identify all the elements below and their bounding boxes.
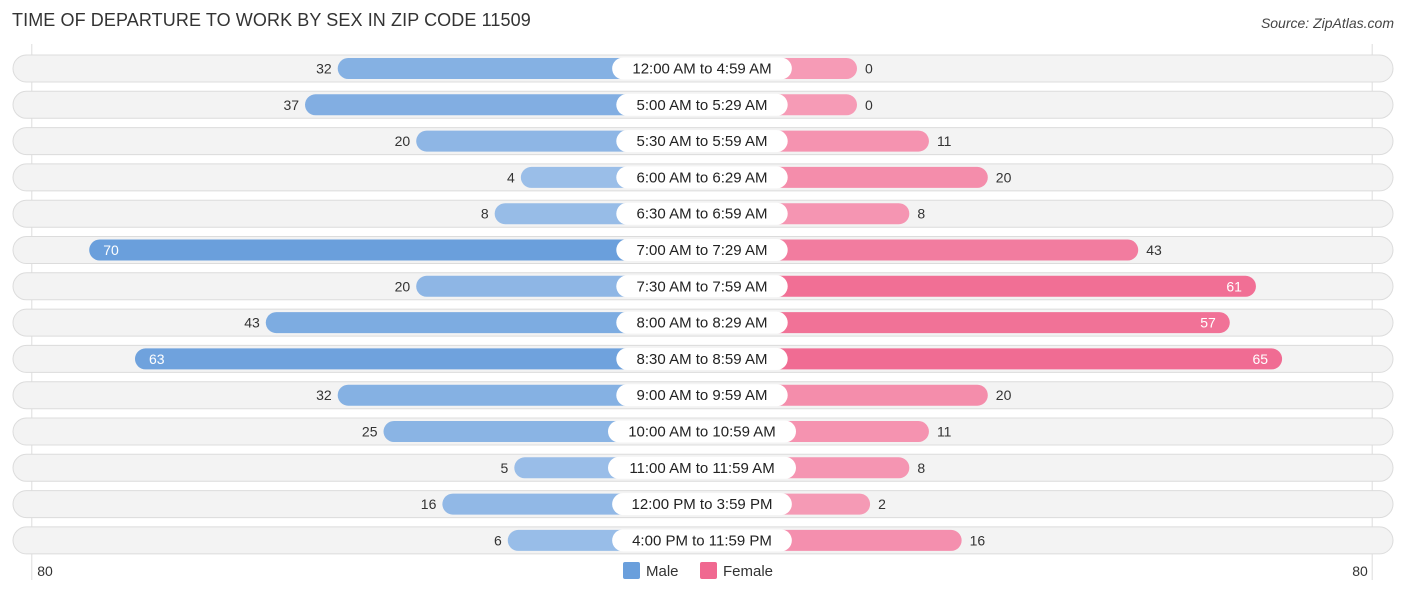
value-label-female: 16 [970,532,986,548]
value-label-female: 61 [1226,278,1242,294]
table-row: 5:30 AM to 5:59 AM 20 11 [12,127,1394,156]
value-label-female: 20 [996,169,1012,185]
category-label: 12:00 AM to 4:59 AM [632,61,771,78]
table-row: 9:00 AM to 9:59 AM 32 20 [12,381,1394,410]
axis-label-left: 80 [37,563,53,579]
value-label-female: 0 [865,97,873,113]
table-row: 6:30 AM to 6:59 AM 8 8 [12,199,1394,228]
category-label: 5:00 AM to 5:29 AM [637,97,768,114]
table-row: 8:00 AM to 8:29 AM 43 57 [12,308,1394,337]
table-row: 12:00 PM to 3:59 PM 16 2 [12,490,1394,519]
table-row: 10:00 AM to 10:59 AM 25 11 [12,417,1394,446]
value-label-male: 43 [244,315,260,331]
value-label-male: 5 [501,460,509,476]
value-label-male: 32 [316,387,332,403]
category-label: 6:30 AM to 6:59 AM [637,206,768,223]
value-label-female: 43 [1146,242,1162,258]
category-label: 6:00 AM to 6:29 AM [637,169,768,186]
table-row: 12:00 AM to 4:59 AM 32 0 [12,54,1394,83]
category-label: 11:00 AM to 11:59 AM [629,460,774,477]
value-label-male: 20 [395,133,411,149]
value-label-male: 16 [421,496,437,512]
legend: Male Female [623,562,773,580]
legend-swatch-female [700,562,717,579]
value-label-male: 63 [149,351,165,367]
value-label-female: 11 [937,133,952,149]
table-row: 7:30 AM to 7:59 AM 20 61 [12,272,1394,301]
category-label: 8:00 AM to 8:29 AM [637,315,768,332]
chart-rows: 12:00 AM to 4:59 AM32 05:00 AM to 5:29 AM… [12,44,1394,580]
bar-male [89,239,702,261]
value-label-male: 8 [481,206,489,222]
category-label: 12:00 PM to 3:59 PM [632,496,773,513]
table-row: 11:00 AM to 11:59 AM 5 8 [12,453,1394,482]
value-label-male: 32 [316,61,332,77]
value-label-male: 70 [103,242,119,258]
table-row: 4:00 PM to 11:59 PM 6 16 [12,526,1394,555]
value-label-male: 4 [507,169,515,185]
category-label: 9:00 AM to 9:59 AM [637,387,768,404]
legend-swatch-male [623,562,640,579]
axis-label-right: 80 [1352,563,1368,579]
table-row: 7:00 AM to 7:29 AM 70 43 [12,236,1394,264]
table-row: 5:00 AM to 5:29 AM 37 0 [12,90,1394,119]
category-label: 7:30 AM to 7:59 AM [637,278,768,295]
category-label: 4:00 PM to 11:59 PM [632,532,772,549]
value-label-male: 6 [494,532,502,548]
category-label: 5:30 AM to 5:59 AM [637,133,768,150]
category-label: 8:30 AM to 8:59 AM [637,351,768,368]
category-label: 10:00 AM to 10:59 AM [628,424,776,441]
bar-female [702,348,1283,370]
value-label-female: 11 [937,424,952,440]
value-label-female: 20 [996,387,1012,403]
table-row: 8:30 AM to 8:59 AM 63 65 [12,344,1394,373]
value-label-female: 2 [878,496,886,512]
value-label-female: 57 [1200,315,1216,331]
chart: 12:00 AM to 4:59 AM32 05:00 AM to 5:29 AM… [12,44,1394,580]
value-label-male: 37 [283,97,299,113]
value-label-female: 0 [865,61,873,77]
value-label-female: 8 [917,460,925,476]
table-row: 6:00 AM to 6:29 AM 4 20 [12,163,1394,192]
legend-label-male: Male [646,563,679,580]
legend-label-female: Female [723,563,773,580]
category-label: 7:00 AM to 7:29 AM [637,242,768,259]
value-label-male: 20 [395,278,411,294]
value-label-male: 25 [362,424,378,440]
value-label-female: 8 [917,206,925,222]
value-label-female: 65 [1253,351,1269,367]
